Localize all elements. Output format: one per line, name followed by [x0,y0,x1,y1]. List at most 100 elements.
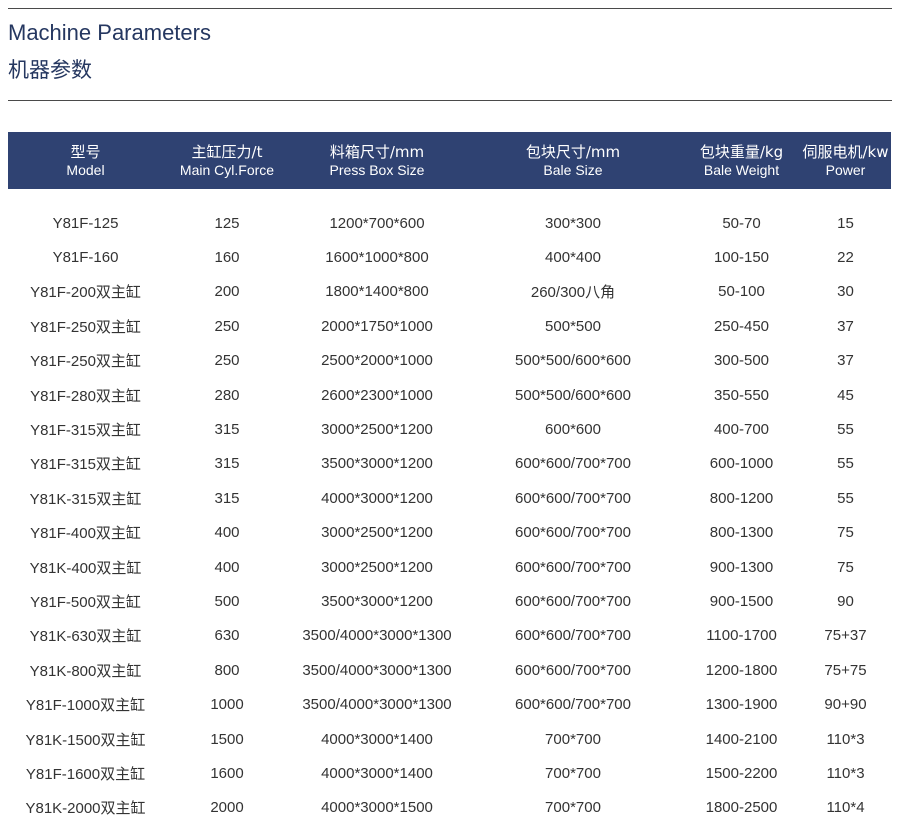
cell-press-box-size: 4000*3000*1400 [321,764,433,782]
cell-power: 55 [837,489,854,507]
cell-bale-weight: 1300-1900 [705,696,778,714]
column-header-zh: 伺服电机/kw [802,142,889,161]
top-divider [8,8,892,9]
cell-bale-weight: 600-1000 [709,455,774,473]
table-row: Y81F-1600双主缸 1600 4000*3000*1400 700*700 150… [8,756,891,790]
cell-power: 37 [837,317,854,335]
table-header: 型号 Model 主缸压力/t Main Cyl.Force 料箱尺寸/mm P… [8,132,891,189]
cell-force: 250 [214,317,240,335]
table-row: Y81F-125 125 1200*700*600 300*300 50-70 15 [8,206,891,240]
cell-force: 125 [214,214,240,232]
cell-force: 630 [214,627,240,645]
cell-bale-weight: 1100-1700 [706,627,777,645]
cell-power: 75+37 [824,627,867,645]
table-body: Y81F-125 125 1200*700*600 300*300 50-70 15 Y81… [8,189,891,823]
cell-power: 90+90 [824,696,867,714]
cell-force: 400 [214,524,240,542]
cell-power: 75+75 [824,661,867,679]
column-header-en: Main Cyl.Force [179,161,275,178]
cell-bale-size: 600*600/700*700 [515,627,631,645]
column-header-en: Model [66,161,105,178]
cell-power: 37 [837,352,854,370]
parameters-table: 型号 Model 主缸压力/t Main Cyl.Force 料箱尺寸/mm P… [8,132,891,823]
cell-force: 500 [214,592,240,610]
cell-force: 315 [214,489,240,507]
cell-force: 2000 [210,799,244,817]
cell-bale-weight: 900-1300 [709,558,774,576]
column-header-en: Press Box Size [329,161,425,178]
title-divider [8,100,892,101]
cell-force: 400 [214,558,240,576]
table-row: Y81F-315双主缸 315 3500*3000*1200 600*600/700*… [8,447,891,481]
table-row: Y81F-315双主缸 315 3000*2500*1200 600*600 400-7… [8,412,891,446]
cell-model: Y81K-400双主缸 [29,559,142,577]
cell-press-box-size: 1200*700*600 [329,214,425,232]
column-header-zh: 料箱尺寸/mm [329,142,425,161]
page-title-zh: 机器参数 [8,58,92,82]
column-header-zh: 包块重量/kg [699,142,784,161]
cell-force: 280 [214,386,240,404]
cell-bale-size: 400*400 [545,249,601,267]
cell-bale-weight: 350-550 [713,386,770,404]
cell-power: 110*3 [826,730,865,748]
cell-bale-weight: 900-1500 [709,592,774,610]
cell-model: Y81F-160 [52,249,119,267]
cell-model: Y81K-800双主缸 [29,662,142,680]
cell-bale-size: 300*300 [545,214,601,232]
cell-bale-weight: 250-450 [713,317,770,335]
cell-bale-weight: 1500-2200 [705,764,778,782]
cell-bale-size: 260/300八角 [530,284,616,302]
cell-force: 800 [214,661,240,679]
cell-power: 45 [837,386,854,404]
cell-bale-size: 600*600 [545,421,601,439]
page-title-en: Machine Parameters [8,20,211,45]
table-row: Y81F-160 160 1600*1000*800 400*400 100-150 22 [8,240,891,274]
cell-power: 75 [837,524,854,542]
cell-bale-size: 500*500 [545,317,601,335]
cell-model: Y81F-250双主缸 [30,318,141,336]
column-header-bale-weight: 包块重量/kg Bale Weight [683,132,800,189]
cell-model: Y81F-125 [52,214,119,232]
table-row: Y81K-315双主缸 315 4000*3000*1200 600*600/700*… [8,481,891,515]
cell-press-box-size: 3500*3000*1200 [321,455,433,473]
parameters-table-container: 型号 Model 主缸压力/t Main Cyl.Force 料箱尺寸/mm P… [8,132,891,823]
cell-bale-weight: 50-100 [718,283,765,301]
column-header-model: 型号 Model [8,132,163,189]
cell-model: Y81F-250双主缸 [30,353,141,371]
column-header-press-box: 料箱尺寸/mm Press Box Size [291,132,463,189]
cell-press-box-size: 1600*1000*800 [325,249,429,267]
cell-press-box-size: 2500*2000*1000 [321,352,433,370]
cell-model: Y81F-315双主缸 [30,456,141,474]
column-header-zh: 主缸压力/t [191,142,263,161]
table-row: Y81F-250双主缸 250 2500*2000*1000 500*500/600*… [8,344,891,378]
table-row: Y81F-400双主缸 400 3000*2500*1200 600*600/700*… [8,516,891,550]
cell-press-box-size: 3000*2500*1200 [321,524,433,542]
table-row: Y81K-800双主缸 800 3500/4000*3000*1300 600*600… [8,653,891,687]
cell-bale-size: 700*700 [545,730,601,748]
cell-model: Y81F-315双主缸 [30,422,141,440]
cell-bale-weight: 400-700 [713,421,770,439]
cell-bale-weight: 1200-1800 [705,661,778,679]
cell-press-box-size: 2600*2300*1000 [321,386,433,404]
cell-power: 110*4 [826,799,865,817]
cell-press-box-size: 2000*1750*1000 [321,317,433,335]
cell-power: 15 [837,214,854,232]
cell-power: 55 [837,421,854,439]
cell-press-box-size: 3500/4000*3000*1300 [302,661,452,679]
cell-model: Y81F-1000双主缸 [25,697,146,715]
cell-model: Y81F-1600双主缸 [25,765,146,783]
cell-press-box-size: 4000*3000*1500 [321,799,433,817]
cell-press-box-size: 3500/4000*3000*1300 [302,627,452,645]
cell-force: 160 [214,249,240,267]
spacer-cell [8,189,891,206]
cell-bale-size: 600*600/700*700 [515,455,631,473]
cell-force: 315 [214,421,240,439]
cell-bale-size: 600*600/700*700 [515,524,631,542]
cell-model: Y81F-200双主缸 [30,284,141,302]
cell-force: 250 [214,352,240,370]
cell-force: 1600 [210,764,244,782]
cell-power: 55 [837,455,854,473]
table-row: Y81F-1000双主缸 1000 3500/4000*3000*1300 600*6… [8,687,891,721]
table-row: Y81K-1500双主缸 1500 4000*3000*1400 700*700 140… [8,722,891,756]
cell-bale-weight: 100-150 [713,249,770,267]
